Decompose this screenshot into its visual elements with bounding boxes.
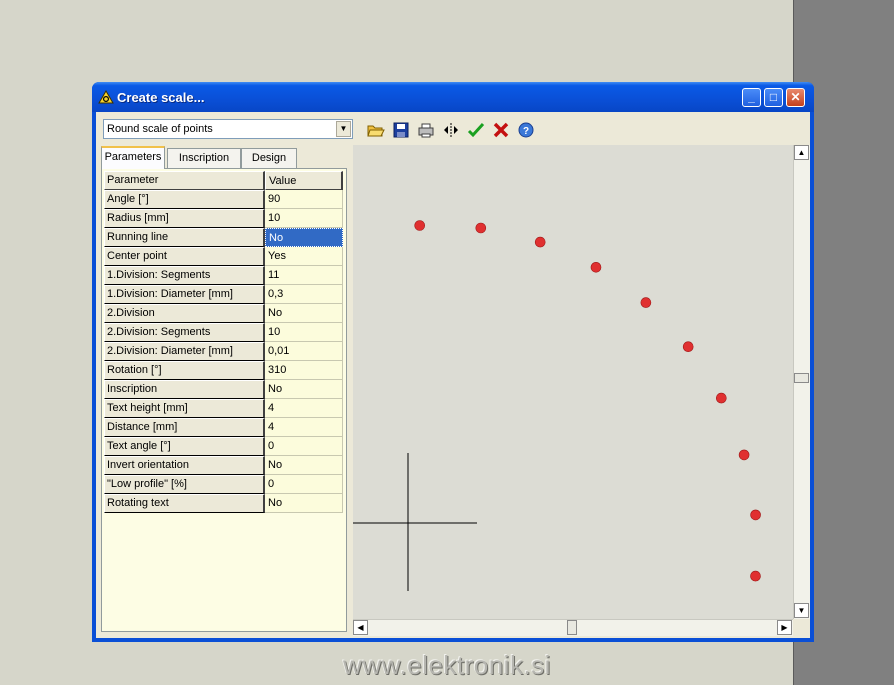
parameter-value[interactable]: No bbox=[265, 456, 343, 475]
vertical-scroll-thumb[interactable] bbox=[794, 373, 809, 383]
parameter-value[interactable]: No bbox=[265, 304, 343, 323]
watermark-text: www.elektronik.si bbox=[343, 650, 551, 680]
save-icon[interactable] bbox=[391, 120, 411, 140]
horizontal-scrollbar[interactable]: ◀ ▶ bbox=[353, 619, 793, 636]
parameter-name: Rotating text bbox=[104, 494, 265, 513]
parameter-value[interactable]: No bbox=[265, 228, 343, 247]
maximize-button[interactable]: □ bbox=[764, 88, 783, 107]
help-icon[interactable]: ? bbox=[516, 120, 536, 140]
scale-point bbox=[715, 392, 727, 404]
scale-point bbox=[640, 297, 652, 308]
scale-type-dropdown[interactable]: Round scale of points ▼ bbox=[103, 119, 353, 139]
parameter-value[interactable]: 4 bbox=[265, 418, 343, 437]
parameter-value[interactable]: 0 bbox=[265, 475, 343, 494]
printer-icon[interactable] bbox=[416, 120, 436, 140]
parameter-value[interactable]: 10 bbox=[265, 323, 343, 342]
parameter-value[interactable]: 4 bbox=[265, 399, 343, 418]
window-title: Create scale... bbox=[117, 90, 205, 105]
mirror-icon[interactable] bbox=[441, 120, 461, 140]
chevron-down-icon[interactable]: ▼ bbox=[336, 121, 351, 137]
parameter-name: "Low profile" [%] bbox=[104, 475, 265, 494]
parameter-name: Inscription bbox=[104, 380, 265, 399]
parameters-panel: Parameter Value Angle [°] 90 Radius [mm] 10… bbox=[101, 168, 347, 632]
column-header-value[interactable]: Value bbox=[265, 171, 343, 190]
scale-point bbox=[682, 341, 694, 352]
horizontal-scroll-thumb[interactable] bbox=[567, 620, 577, 635]
vertical-scrollbar[interactable]: ▲ ▼ bbox=[793, 145, 810, 619]
parameter-name: Rotation [°] bbox=[104, 361, 265, 380]
tab-parameters[interactable]: Parameters bbox=[101, 146, 165, 169]
scale-point bbox=[414, 220, 425, 231]
parameter-name: Radius [mm] bbox=[104, 209, 265, 228]
scale-point bbox=[750, 509, 761, 521]
scale-point bbox=[475, 222, 487, 234]
parameter-name: Running line bbox=[104, 228, 265, 247]
parameter-name: Angle [°] bbox=[104, 190, 265, 209]
scale-preview-canvas[interactable] bbox=[353, 145, 793, 642]
parameter-value[interactable]: 310 bbox=[265, 361, 343, 380]
warning-triangle-icon bbox=[98, 90, 114, 104]
parameter-name: 2.Division: Diameter [mm] bbox=[104, 342, 265, 361]
scale-point bbox=[534, 236, 546, 248]
scale-point bbox=[750, 570, 761, 582]
scale-point bbox=[590, 262, 602, 273]
parameter-name: 2.Division: Segments bbox=[104, 323, 265, 342]
create-scale-window: Create scale... _ □ ✕ Round scale of poi… bbox=[92, 82, 814, 642]
tab-design[interactable]: Design bbox=[241, 148, 297, 168]
parameter-name: Center point bbox=[104, 247, 265, 266]
svg-text:?: ? bbox=[523, 126, 529, 137]
column-header-parameter[interactable]: Parameter bbox=[104, 171, 265, 190]
parameter-name: 1.Division: Segments bbox=[104, 266, 265, 285]
minimize-button[interactable]: _ bbox=[742, 88, 761, 107]
parameter-value[interactable]: 0,3 bbox=[265, 285, 343, 304]
resize-grip-icon[interactable] bbox=[793, 619, 810, 636]
parameter-value[interactable]: Yes bbox=[265, 247, 343, 266]
close-button[interactable]: ✕ bbox=[786, 88, 805, 107]
parameter-value[interactable]: 0 bbox=[265, 437, 343, 456]
parameter-name: Text height [mm] bbox=[104, 399, 265, 418]
cancel-x-icon[interactable] bbox=[491, 120, 511, 140]
title-bar[interactable]: Create scale... _ □ ✕ bbox=[92, 82, 814, 112]
scale-type-value: Round scale of points bbox=[107, 123, 213, 135]
window-client-area: Round scale of points ▼ ? Parameters Ins… bbox=[96, 112, 810, 642]
parameter-name: 2.Division bbox=[104, 304, 265, 323]
tab-inscription[interactable]: Inscription bbox=[167, 148, 241, 168]
scroll-up-icon[interactable]: ▲ bbox=[794, 145, 809, 160]
parameter-value[interactable]: 10 bbox=[265, 209, 343, 228]
parameter-name: Invert orientation bbox=[104, 456, 265, 475]
scroll-right-icon[interactable]: ▶ bbox=[777, 620, 792, 635]
parameter-value[interactable]: 11 bbox=[265, 266, 343, 285]
parameter-name: Text angle [°] bbox=[104, 437, 265, 456]
scroll-left-icon[interactable]: ◀ bbox=[353, 620, 368, 635]
parameter-name: Distance [mm] bbox=[104, 418, 265, 437]
parameter-value[interactable]: No bbox=[265, 380, 343, 399]
parameter-name: 1.Division: Diameter [mm] bbox=[104, 285, 265, 304]
parameter-value[interactable]: 90 bbox=[265, 190, 343, 209]
ok-check-icon[interactable] bbox=[466, 120, 486, 140]
scroll-down-icon[interactable]: ▼ bbox=[794, 603, 809, 618]
scale-point bbox=[738, 449, 750, 461]
preview-drawing bbox=[353, 220, 761, 642]
parameter-value[interactable]: No bbox=[265, 494, 343, 513]
parameter-value[interactable]: 0,01 bbox=[265, 342, 343, 361]
open-folder-icon[interactable] bbox=[366, 120, 386, 140]
